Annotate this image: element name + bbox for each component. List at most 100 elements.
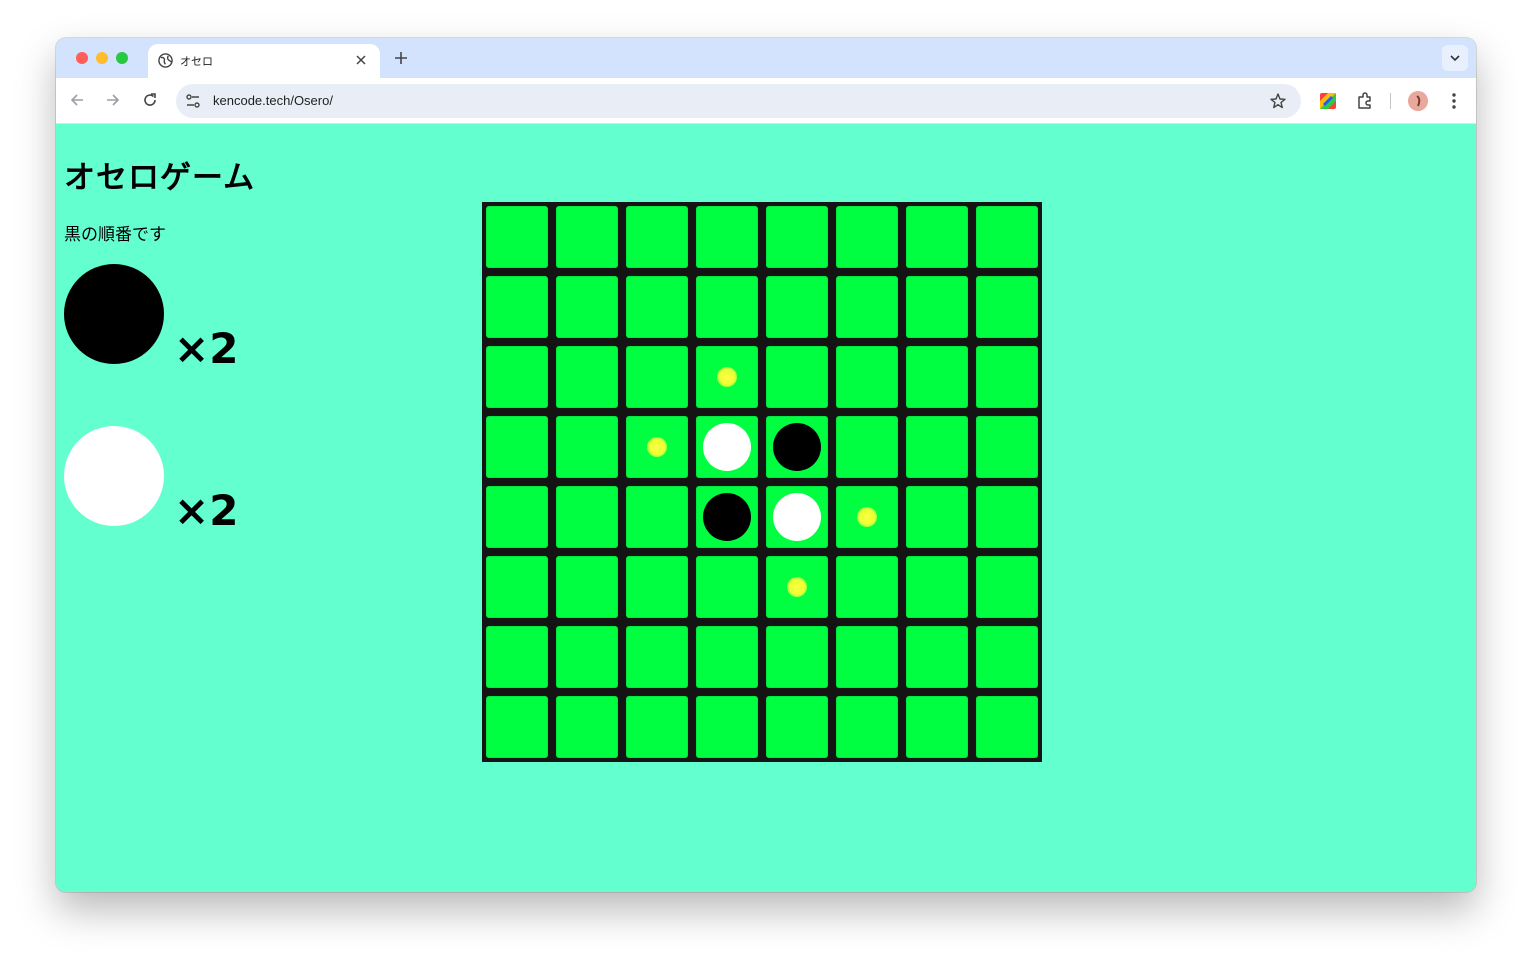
board-cell[interactable]	[906, 556, 968, 618]
turn-indicator: 黒の順番です	[64, 225, 166, 245]
board-cell[interactable]	[626, 696, 688, 758]
board-cell[interactable]	[836, 206, 898, 268]
board-cell[interactable]	[486, 626, 548, 688]
board-cell[interactable]	[486, 696, 548, 758]
board-cell[interactable]	[836, 276, 898, 338]
board-cell[interactable]	[696, 206, 758, 268]
board-cell[interactable]	[766, 346, 828, 408]
board-cell[interactable]	[766, 416, 828, 478]
board-cell[interactable]	[766, 206, 828, 268]
board-cell[interactable]	[766, 276, 828, 338]
board-cell[interactable]	[556, 696, 618, 758]
board-cell[interactable]	[906, 626, 968, 688]
page-content: オセロゲーム 黒の順番です ×2 ×2	[56, 124, 1476, 892]
board-cell[interactable]	[556, 276, 618, 338]
board-cell[interactable]	[906, 206, 968, 268]
legal-move-hint[interactable]	[647, 437, 667, 457]
board-cell[interactable]	[556, 346, 618, 408]
new-tab-icon[interactable]	[393, 50, 409, 66]
back-arrow-icon[interactable]	[68, 91, 86, 109]
board-cell[interactable]	[626, 346, 688, 408]
board-cell[interactable]	[626, 276, 688, 338]
board-cell[interactable]	[836, 486, 898, 548]
board-cell[interactable]	[696, 346, 758, 408]
black-score-disc	[64, 264, 164, 364]
white-disc	[773, 493, 821, 541]
board-cell[interactable]	[906, 696, 968, 758]
board-cell[interactable]	[906, 346, 968, 408]
white-score-disc	[64, 426, 164, 526]
bookmark-star-icon[interactable]	[1269, 92, 1287, 110]
tab-title: オセロ	[180, 55, 213, 68]
board-cell[interactable]	[626, 486, 688, 548]
board-cell[interactable]	[836, 346, 898, 408]
close-icon[interactable]	[354, 53, 368, 67]
forward-arrow-icon[interactable]	[104, 91, 122, 109]
board-cell[interactable]	[766, 696, 828, 758]
board-cell[interactable]	[696, 696, 758, 758]
board-cell[interactable]	[626, 416, 688, 478]
board-cell[interactable]	[696, 626, 758, 688]
board-cell[interactable]	[696, 486, 758, 548]
profile-avatar[interactable]	[1408, 91, 1428, 111]
board-cell[interactable]	[626, 556, 688, 618]
black-score-count: ×2	[174, 324, 239, 373]
board-cell[interactable]	[976, 556, 1038, 618]
browser-tab[interactable]: オセロ	[148, 44, 380, 78]
black-disc	[703, 493, 751, 541]
legal-move-hint[interactable]	[717, 367, 737, 387]
legal-move-hint[interactable]	[787, 577, 807, 597]
address-bar[interactable]: kencode.tech/Osero/	[176, 84, 1301, 118]
page-title: オセロゲーム	[64, 160, 256, 196]
board-cell[interactable]	[766, 556, 828, 618]
board-cell[interactable]	[486, 346, 548, 408]
more-menu-icon[interactable]	[1444, 91, 1464, 111]
board-cell[interactable]	[906, 486, 968, 548]
board-cell[interactable]	[486, 486, 548, 548]
board-cell[interactable]	[976, 486, 1038, 548]
url-text[interactable]: kencode.tech/Osero/	[213, 93, 333, 108]
othello-board	[482, 202, 1042, 762]
board-cell[interactable]	[976, 276, 1038, 338]
board-cell[interactable]	[836, 696, 898, 758]
board-cell[interactable]	[976, 206, 1038, 268]
board-cell[interactable]	[836, 416, 898, 478]
browser-window: オセロ kencode.tech/Osero/ オセロゲーム 黒の順番です ×2…	[56, 38, 1476, 892]
board-cell[interactable]	[486, 206, 548, 268]
board-cell[interactable]	[906, 416, 968, 478]
board-cell[interactable]	[556, 416, 618, 478]
site-settings-icon[interactable]	[185, 93, 201, 109]
extensions-puzzle-icon[interactable]	[1355, 91, 1375, 111]
board-cell[interactable]	[836, 626, 898, 688]
minimize-window-button[interactable]	[96, 52, 108, 64]
board-cell[interactable]	[696, 416, 758, 478]
close-window-button[interactable]	[76, 52, 88, 64]
white-score-count: ×2	[174, 486, 239, 535]
board-cell[interactable]	[556, 486, 618, 548]
maximize-window-button[interactable]	[116, 52, 128, 64]
board-cell[interactable]	[836, 556, 898, 618]
board-cell[interactable]	[766, 626, 828, 688]
board-cell[interactable]	[626, 626, 688, 688]
board-cell[interactable]	[976, 416, 1038, 478]
board-cell[interactable]	[486, 556, 548, 618]
black-disc	[773, 423, 821, 471]
board-cell[interactable]	[486, 416, 548, 478]
board-cell[interactable]	[976, 346, 1038, 408]
board-cell[interactable]	[486, 276, 548, 338]
board-cell[interactable]	[766, 486, 828, 548]
board-cell[interactable]	[556, 206, 618, 268]
board-cell[interactable]	[556, 626, 618, 688]
board-cell[interactable]	[696, 556, 758, 618]
white-disc	[703, 423, 751, 471]
reload-icon[interactable]	[141, 91, 159, 109]
board-cell[interactable]	[976, 626, 1038, 688]
board-cell[interactable]	[626, 206, 688, 268]
legal-move-hint[interactable]	[857, 507, 877, 527]
board-cell[interactable]	[906, 276, 968, 338]
board-cell[interactable]	[976, 696, 1038, 758]
board-cell[interactable]	[556, 556, 618, 618]
tab-search-button[interactable]	[1442, 45, 1468, 71]
color-extension-icon[interactable]	[1318, 91, 1338, 111]
board-cell[interactable]	[696, 276, 758, 338]
